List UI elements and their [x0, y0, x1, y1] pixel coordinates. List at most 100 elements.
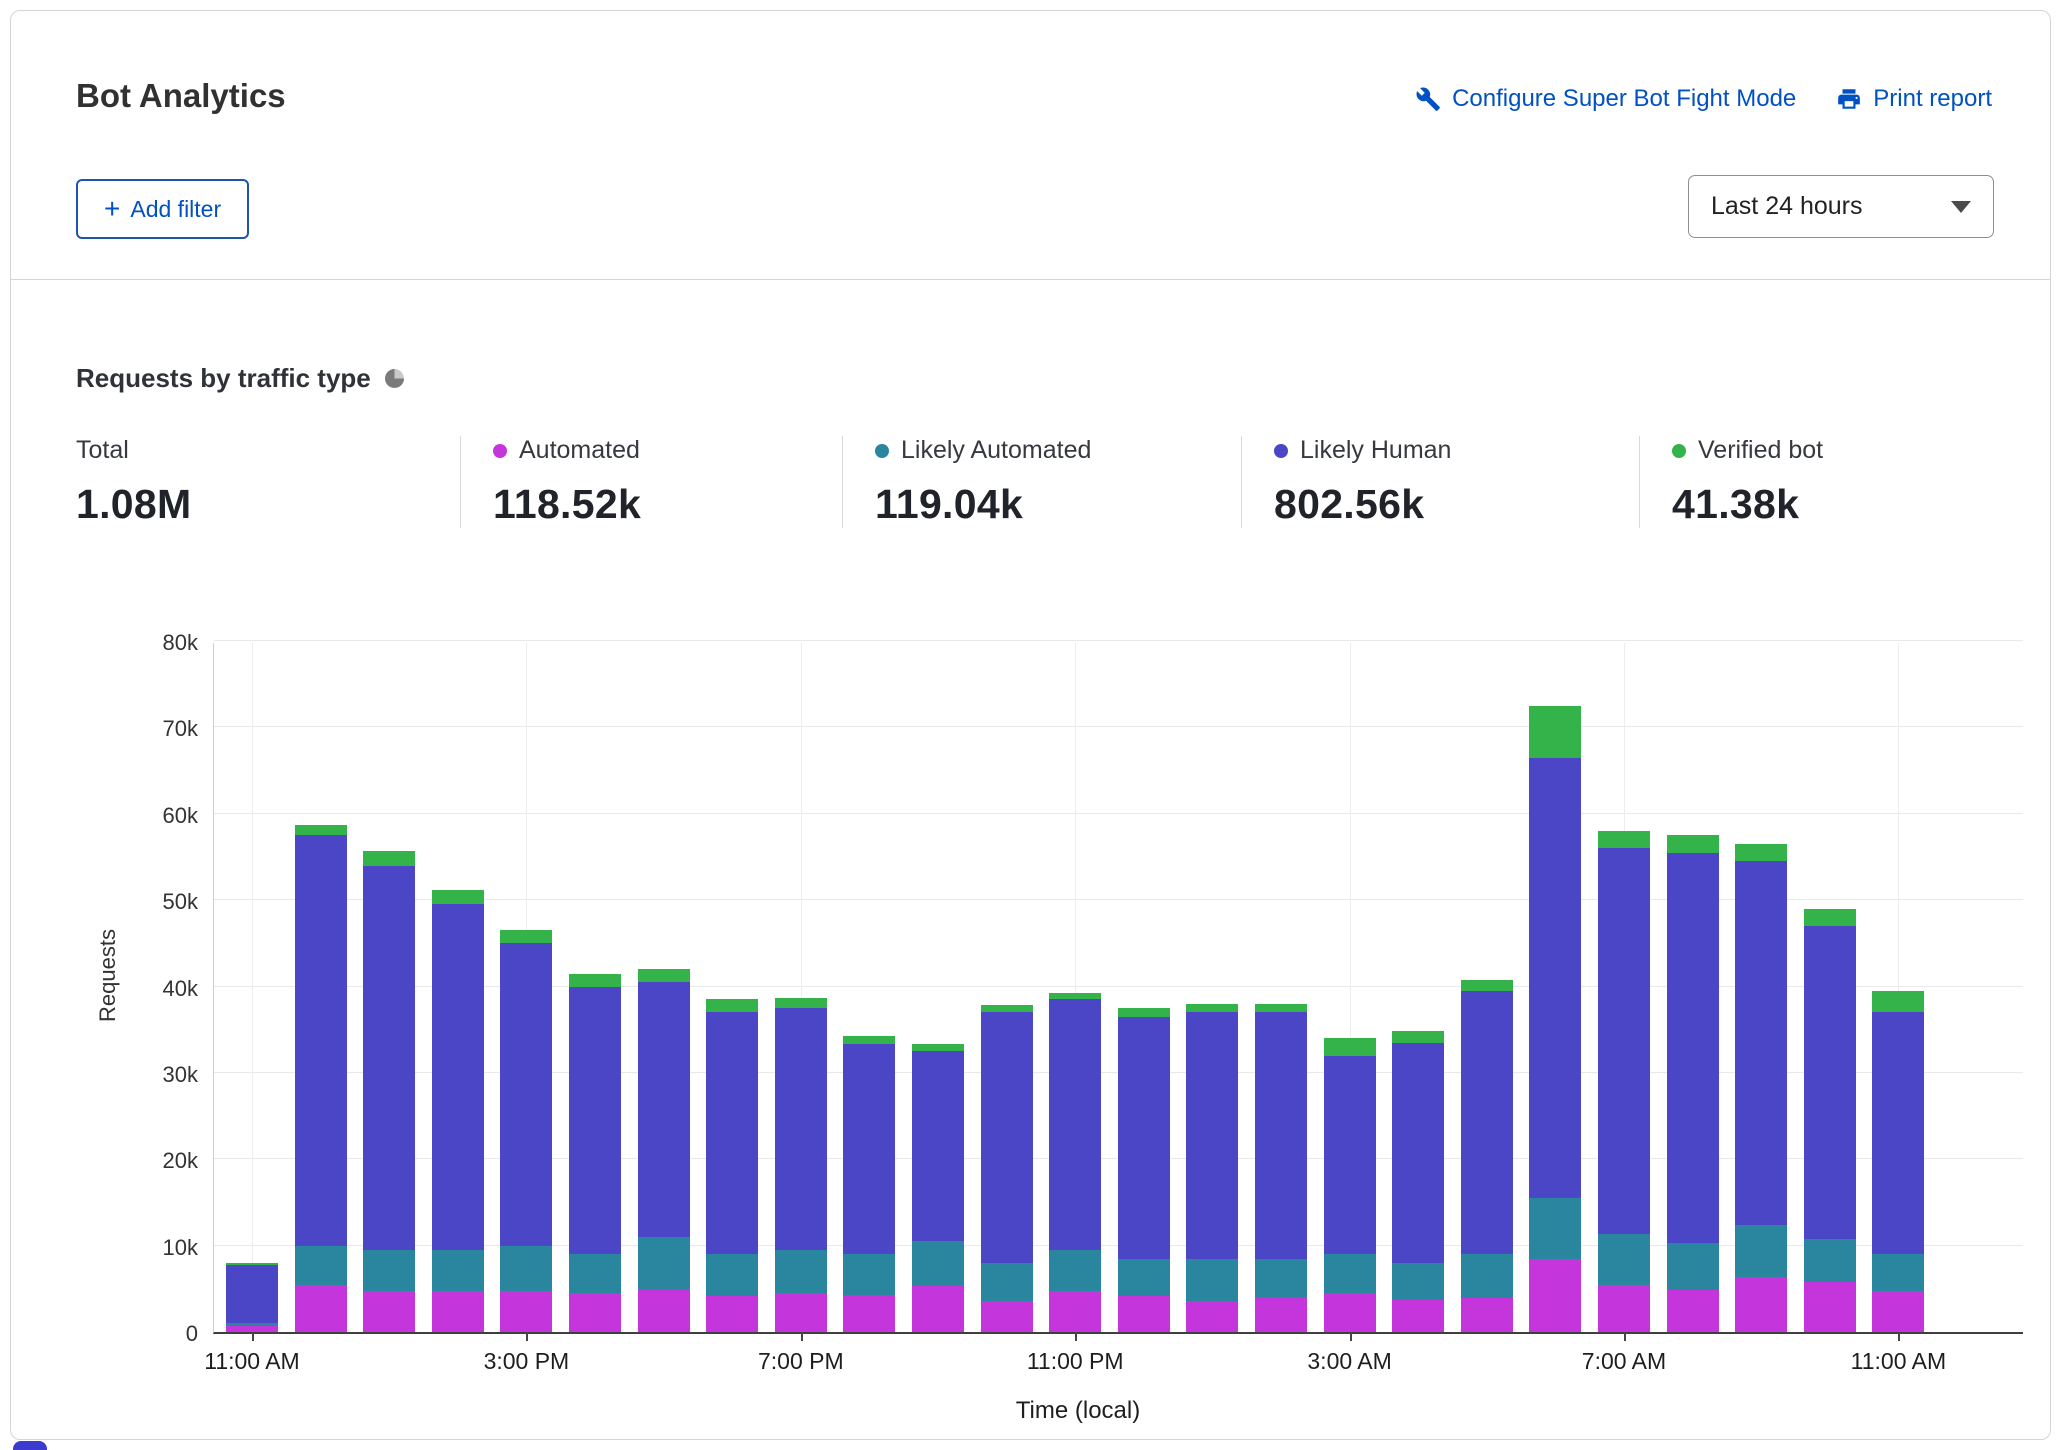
bar-segment-likely-human — [500, 943, 552, 1245]
bar-segment-verified-bot — [912, 1044, 964, 1052]
bar-segment-verified-bot — [1392, 1031, 1444, 1042]
stacked-bar-5[interactable] — [569, 643, 621, 1332]
stat-value: 41.38k — [1672, 481, 1979, 528]
stacked-bar-11[interactable] — [981, 643, 1033, 1332]
bar-segment-likely-automated — [1324, 1254, 1376, 1293]
partial-bottom-widget[interactable] — [13, 1441, 47, 1450]
chevron-down-icon — [1951, 201, 1971, 213]
stacked-bar-18[interactable] — [1461, 643, 1513, 1332]
stacked-bar-22[interactable] — [1735, 643, 1787, 1332]
bar-segment-verified-bot — [295, 825, 347, 835]
bar-segment-likely-human — [1324, 1056, 1376, 1255]
stat-verified-bot[interactable]: Verified bot 41.38k — [1639, 436, 1979, 528]
bar-segment-automated — [1872, 1291, 1924, 1332]
bar-segment-automated — [1186, 1301, 1238, 1332]
bar-segment-verified-bot — [226, 1263, 278, 1265]
bar-segment-verified-bot — [1667, 835, 1719, 852]
stacked-bar-17[interactable] — [1392, 643, 1444, 1332]
x-tick-mark — [1624, 1332, 1626, 1341]
bar-segment-verified-bot — [843, 1036, 895, 1045]
bar-segment-automated — [500, 1291, 552, 1332]
x-tick-mark — [252, 1332, 254, 1341]
bar-segment-likely-automated — [432, 1250, 484, 1291]
bar-segment-likely-automated — [1529, 1198, 1581, 1258]
bar-segment-likely-human — [775, 1008, 827, 1250]
stat-value: 802.56k — [1274, 481, 1639, 528]
bar-segment-likely-automated — [1461, 1254, 1513, 1298]
stacked-bar-24[interactable] — [1872, 643, 1924, 1332]
stacked-bar-4[interactable] — [500, 643, 552, 1332]
stacked-bar-14[interactable] — [1186, 643, 1238, 1332]
bar-segment-automated — [363, 1291, 415, 1332]
section-title-row: Requests by traffic type — [76, 363, 404, 394]
bot-analytics-card: Bot Analytics Configure Super Bot Fight … — [10, 10, 2051, 1440]
bar-segment-likely-human — [1735, 861, 1787, 1225]
stacked-bar-6[interactable] — [638, 643, 690, 1332]
stat-likely-automated[interactable]: Likely Automated 119.04k — [842, 436, 1241, 528]
bar-segment-likely-human — [569, 987, 621, 1255]
bar-segment-automated — [912, 1286, 964, 1332]
y-tick-label: 10k — [108, 1234, 198, 1262]
bar-segment-automated — [1461, 1298, 1513, 1332]
stacked-bar-8[interactable] — [775, 643, 827, 1332]
configure-link-label: Configure Super Bot Fight Mode — [1452, 85, 1796, 113]
legend-dot — [493, 444, 507, 458]
bar-segment-verified-bot — [569, 974, 621, 987]
bar-segment-automated — [981, 1301, 1033, 1332]
y-tick-label: 20k — [108, 1147, 198, 1175]
bar-segment-verified-bot — [432, 890, 484, 905]
bar-segment-verified-bot — [638, 969, 690, 982]
bar-segment-likely-human — [1118, 1017, 1170, 1259]
bar-segment-likely-human — [1255, 1012, 1307, 1258]
stacked-bar-9[interactable] — [843, 643, 895, 1332]
stacked-bar-23[interactable] — [1804, 643, 1856, 1332]
bar-segment-verified-bot — [981, 1005, 1033, 1013]
stat-automated[interactable]: Automated 118.52k — [460, 436, 842, 528]
stacked-bar-0[interactable] — [226, 643, 278, 1332]
stacked-bar-16[interactable] — [1324, 643, 1376, 1332]
stacked-bar-2[interactable] — [363, 643, 415, 1332]
x-tick-mark — [1350, 1332, 1352, 1341]
bar-segment-automated — [843, 1295, 895, 1332]
bar-segment-automated — [1324, 1293, 1376, 1332]
y-tick-label: 50k — [108, 888, 198, 916]
stacked-bar-13[interactable] — [1118, 643, 1170, 1332]
stacked-bar-3[interactable] — [432, 643, 484, 1332]
bar-segment-automated — [1598, 1285, 1650, 1333]
add-filter-button[interactable]: + Add filter — [76, 179, 249, 239]
stat-value: 118.52k — [493, 481, 842, 528]
x-tick-label: 7:00 PM — [731, 1348, 871, 1375]
bar-segment-likely-automated — [569, 1254, 621, 1293]
bar-segment-likely-automated — [1255, 1259, 1307, 1298]
stacked-bar-7[interactable] — [706, 643, 758, 1332]
x-tick-label: 11:00 AM — [1828, 1348, 1968, 1375]
bar-segment-verified-bot — [1735, 844, 1787, 861]
stacked-bar-19[interactable] — [1529, 643, 1581, 1332]
print-report-link[interactable]: Print report — [1836, 85, 1992, 113]
bar-segment-automated — [569, 1293, 621, 1332]
configure-super-bot-fight-mode-link[interactable]: Configure Super Bot Fight Mode — [1415, 85, 1796, 113]
stacked-bar-12[interactable] — [1049, 643, 1101, 1332]
stat-likely-human[interactable]: Likely Human 802.56k — [1241, 436, 1639, 528]
stacked-bar-21[interactable] — [1667, 643, 1719, 1332]
x-tick-mark — [1898, 1332, 1900, 1341]
stat-total[interactable]: Total 1.08M — [76, 436, 460, 528]
x-tick-label: 11:00 PM — [1005, 1348, 1145, 1375]
stat-value: 119.04k — [875, 481, 1241, 528]
stacked-bar-1[interactable] — [295, 643, 347, 1332]
bar-segment-likely-human — [706, 1012, 758, 1254]
bar-segment-verified-bot — [1255, 1004, 1307, 1013]
bar-segment-automated — [295, 1285, 347, 1333]
stacked-bar-20[interactable] — [1598, 643, 1650, 1332]
time-range-dropdown[interactable]: Last 24 hours — [1688, 175, 1994, 238]
bar-segment-likely-human — [843, 1044, 895, 1254]
bar-segment-likely-automated — [706, 1254, 758, 1295]
bar-segment-likely-automated — [1735, 1225, 1787, 1277]
stacked-bar-10[interactable] — [912, 643, 964, 1332]
bar-segment-likely-human — [912, 1051, 964, 1241]
bar-segment-verified-bot — [775, 998, 827, 1008]
bar-segment-likely-human — [1804, 926, 1856, 1239]
print-link-label: Print report — [1873, 85, 1992, 113]
x-tick-label: 3:00 PM — [456, 1348, 596, 1375]
stacked-bar-15[interactable] — [1255, 643, 1307, 1332]
